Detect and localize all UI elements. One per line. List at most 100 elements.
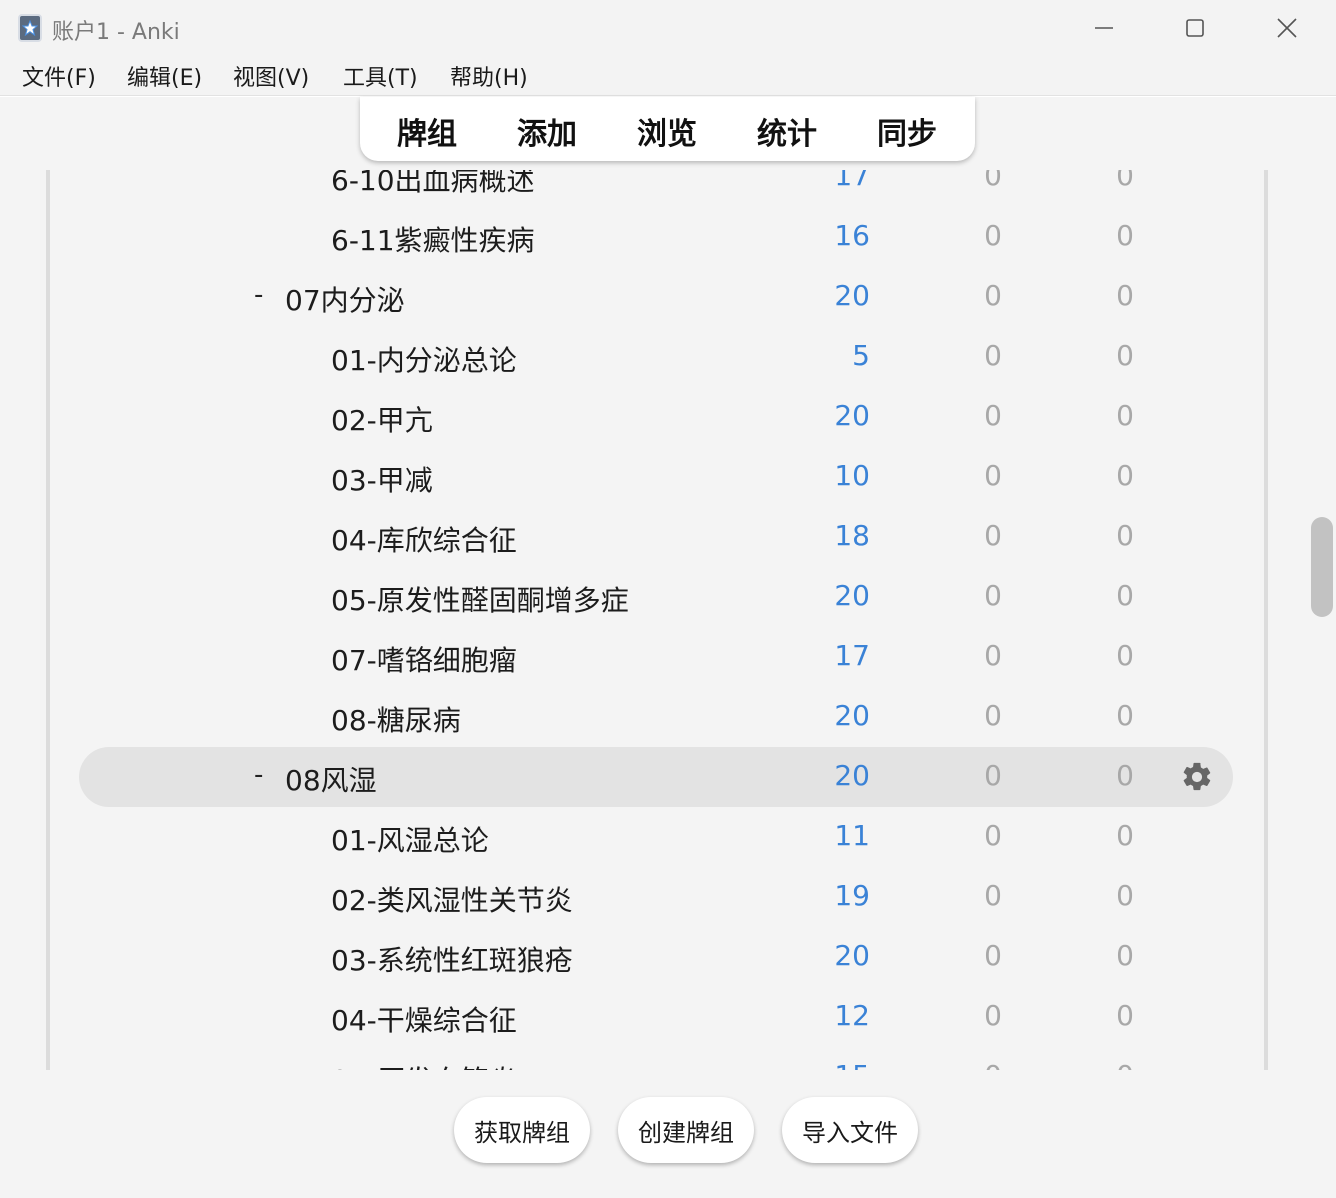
maximize-icon: [1186, 19, 1204, 37]
deck-row[interactable]: 04-干燥综合征 12 0 0: [50, 987, 1264, 1047]
deck-row[interactable]: 04-库欣综合征 18 0 0: [50, 507, 1264, 567]
deck-row[interactable]: -08风湿 20 0 0: [50, 747, 1264, 807]
due-count: 0: [1074, 1059, 1134, 1070]
deck-row[interactable]: 02-甲亢 20 0 0: [50, 387, 1264, 447]
due-count: 0: [1116, 639, 1134, 672]
top-toolbar: 牌组 添加 浏览 统计 同步: [360, 97, 975, 161]
learn-count: 0: [984, 699, 1002, 732]
deck-name[interactable]: 02-甲亢: [331, 399, 433, 439]
toolbar-sync[interactable]: 同步: [877, 109, 937, 153]
due-count: 0: [1116, 399, 1134, 432]
due-count: 0: [1116, 939, 1134, 972]
new-count: 12: [834, 999, 870, 1032]
collapse-toggle[interactable]: -: [254, 760, 263, 790]
deck-name[interactable]: 01-风湿总论: [331, 819, 489, 859]
deck-name[interactable]: 08风湿: [285, 759, 377, 799]
deck-name[interactable]: 04-库欣综合征: [331, 519, 517, 559]
new-count: 20: [834, 759, 870, 792]
new-count: 15: [790, 1059, 870, 1070]
new-count: 20: [834, 699, 870, 732]
due-count: 0: [1116, 999, 1134, 1032]
toolbar-stats[interactable]: 统计: [757, 109, 817, 153]
deck-row[interactable]: 05-原发性醛固酮增多症 20 0 0: [50, 567, 1264, 627]
menu-edit[interactable]: 编辑(E): [127, 60, 202, 92]
gear-icon[interactable]: [1180, 760, 1214, 794]
import-file-button[interactable]: 导入文件: [782, 1097, 918, 1163]
create-deck-button[interactable]: 创建牌组: [618, 1097, 754, 1163]
due-count: 0: [1116, 699, 1134, 732]
new-count: 18: [834, 519, 870, 552]
deck-name[interactable]: 07-嗜铬细胞瘤: [331, 639, 517, 679]
deck-name[interactable]: 6-10出血病概述: [331, 170, 535, 199]
deck-name[interactable]: 6-11紫癜性疾病: [331, 219, 535, 259]
learn-count: 0: [984, 639, 1002, 672]
minimize-button[interactable]: [1058, 0, 1150, 56]
menu-tools[interactable]: 工具(T): [343, 60, 418, 92]
learn-count: 0: [984, 339, 1002, 372]
deck-list: 6-10出血病概述 17 0 0 6-11紫癜性疾病 16 0 0-07内分泌 20 0 0 01-内…: [46, 170, 1268, 1070]
learn-count: 0: [942, 1059, 1002, 1070]
deck-name[interactable]: 03-甲减: [331, 459, 433, 499]
deck-row[interactable]: 03-甲减 10 0 0: [50, 447, 1264, 507]
learn-count: 0: [984, 219, 1002, 252]
learn-count: 0: [984, 579, 1002, 612]
deck-name[interactable]: 05-原发性醛固酮增多症: [331, 579, 629, 619]
toolbar-decks[interactable]: 牌组: [397, 109, 457, 153]
new-count: 17: [834, 170, 870, 192]
new-count: 20: [834, 939, 870, 972]
due-count: 0: [1116, 519, 1134, 552]
deck-name[interactable]: 05-原发血管炎: [331, 1059, 517, 1070]
maximize-button[interactable]: [1149, 0, 1241, 56]
selected-row-highlight: [79, 747, 1233, 807]
menu-view[interactable]: 视图(V): [233, 60, 309, 92]
learn-count: 0: [984, 879, 1002, 912]
deck-name[interactable]: 04-干燥综合征: [331, 999, 517, 1039]
anki-star-icon: [18, 14, 42, 42]
window-title: 账户1 - Anki: [52, 20, 180, 45]
deck-name[interactable]: 01-内分泌总论: [331, 339, 517, 379]
deck-row[interactable]: -07内分泌 20 0 0: [50, 267, 1264, 327]
scrollbar-thumb[interactable]: [1311, 517, 1333, 617]
menu-file[interactable]: 文件(F): [22, 60, 96, 92]
deck-name[interactable]: 07内分泌: [285, 279, 405, 319]
learn-count: 0: [984, 279, 1002, 312]
deck-row[interactable]: 08-糖尿病 20 0 0: [50, 687, 1264, 747]
toolbar-add[interactable]: 添加: [517, 109, 577, 153]
close-icon: [1277, 18, 1297, 38]
deck-row[interactable]: 03-系统性红斑狼疮 20 0 0: [50, 927, 1264, 987]
due-count: 0: [1116, 170, 1134, 192]
due-count: 0: [1116, 759, 1134, 792]
deck-row[interactable]: 01-风湿总论 11 0 0: [50, 807, 1264, 867]
due-count: 0: [1116, 459, 1134, 492]
new-count: 20: [834, 399, 870, 432]
learn-count: 0: [984, 759, 1002, 792]
due-count: 0: [1116, 879, 1134, 912]
deck-row[interactable]: 02-类风湿性关节炎 19 0 0: [50, 867, 1264, 927]
due-count: 0: [1116, 279, 1134, 312]
deck-row[interactable]: 01-内分泌总论 5 0 0: [50, 327, 1264, 387]
new-count: 17: [834, 639, 870, 672]
get-shared-button[interactable]: 获取牌组: [454, 1097, 590, 1163]
deck-name[interactable]: 08-糖尿病: [331, 699, 461, 739]
close-button[interactable]: [1241, 0, 1333, 56]
new-count: 5: [852, 339, 870, 372]
deck-row[interactable]: 6-11紫癜性疾病 16 0 0: [50, 207, 1264, 267]
learn-count: 0: [984, 459, 1002, 492]
deck-row[interactable]: 07-嗜铬细胞瘤 17 0 0: [50, 627, 1264, 687]
menu-help[interactable]: 帮助(H): [450, 60, 528, 92]
deck-name[interactable]: 02-类风湿性关节炎: [331, 879, 573, 919]
learn-count: 0: [984, 999, 1002, 1032]
learn-count: 0: [984, 939, 1002, 972]
collapse-toggle[interactable]: -: [254, 280, 263, 310]
title-bar: 账户1 - Anki: [0, 0, 1336, 56]
deck-name[interactable]: 03-系统性红斑狼疮: [331, 939, 573, 979]
learn-count: 0: [984, 519, 1002, 552]
deck-row[interactable]: 6-10出血病概述 17 0 0: [50, 170, 1264, 207]
toolbar-browse[interactable]: 浏览: [637, 109, 697, 153]
learn-count: 0: [984, 170, 1002, 192]
new-count: 10: [834, 459, 870, 492]
due-count: 0: [1116, 339, 1134, 372]
due-count: 0: [1116, 819, 1134, 852]
deck-row[interactable]: 05-原发血管炎 15 0 0: [50, 1047, 1264, 1070]
new-count: 20: [834, 579, 870, 612]
